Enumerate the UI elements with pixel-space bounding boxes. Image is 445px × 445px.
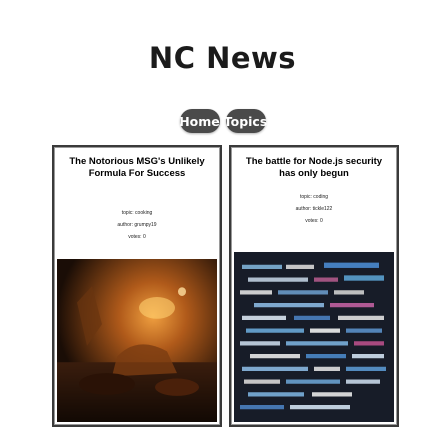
article-card[interactable]: The battle for Node.js security has only… [229,145,399,427]
topics-button[interactable]: Topics [224,109,267,133]
article-topic: topic: coding [299,194,329,200]
main-nav: Home Topics [0,109,445,133]
home-button[interactable]: Home [179,109,220,133]
site-title: NC News [148,41,297,75]
article-title[interactable]: The Notorious MSG's Unlikely Formula For… [60,156,214,180]
article-image [234,252,394,422]
article-card[interactable]: The Notorious MSG's Unlikely Formula For… [52,145,222,427]
article-votes: votes: 0 [305,218,323,224]
article-title[interactable]: The battle for Node.js security has only… [237,156,391,180]
article-author: author: grumpy19 [117,222,157,228]
article-topic: topic: cooking [121,210,153,216]
article-image [57,259,217,422]
article-votes: votes: 0 [128,234,146,240]
article-author: author: tickle122 [295,206,333,212]
